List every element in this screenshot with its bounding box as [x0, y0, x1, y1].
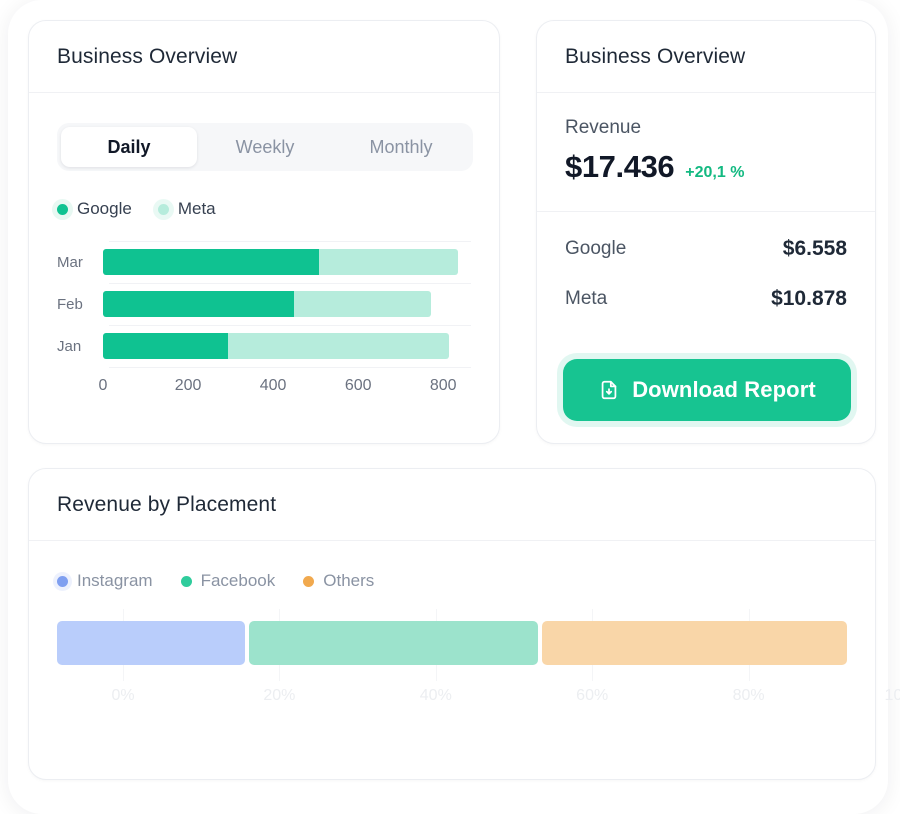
bar-chart-x-axis: 0 200 400 600 800	[57, 377, 471, 401]
bar-segment-meta[interactable]	[318, 249, 458, 275]
period-segmented-control[interactable]: Daily Weekly Monthly	[57, 123, 473, 171]
stacked-bar-segment-others[interactable]	[542, 621, 848, 665]
legend-dot-facebook-icon	[180, 575, 192, 587]
bar-row: Jan	[57, 332, 471, 360]
grid-line	[109, 325, 471, 326]
legend-label-meta: Meta	[177, 199, 216, 218]
bar-segment-google[interactable]	[103, 291, 295, 317]
summary-title: Business Overview	[565, 44, 746, 68]
bar-track	[103, 249, 471, 275]
revenue-amount-row: $17.436 +20,1 %	[565, 149, 847, 185]
stacked-bar-segment-facebook[interactable]	[248, 621, 539, 665]
bar-chart-plot: Mar Feb Jan	[57, 241, 471, 371]
x-axis-tick-label: 0%	[111, 687, 135, 704]
bar-track	[103, 333, 471, 359]
revenue-amount: $17.436	[565, 149, 675, 184]
legend-label-facebook: Facebook	[200, 571, 276, 590]
business-overview-summary-card: Business Overview Revenue $17.436 +20,1 …	[536, 20, 876, 444]
placement-card-body: Instagram Facebook Others 0% 20% 40% 60% 80%…	[29, 571, 900, 711]
placement-title: Revenue by Placement	[57, 492, 277, 516]
download-report-label: Download Report	[632, 377, 816, 402]
legend-label-google: Google	[77, 199, 132, 218]
stat-value-google: $6.558	[782, 237, 847, 260]
revenue-by-placement-card: Revenue by Placement Instagram Facebook …	[28, 468, 900, 780]
summary-card-header: Business Overview	[537, 21, 875, 93]
stacked-bar-segment-instagram[interactable]	[57, 621, 245, 665]
stats-list: Google $6.558 Meta $10.878	[537, 212, 875, 324]
tab-weekly[interactable]: Weekly	[197, 127, 333, 167]
x-axis-tick-label: 800	[429, 377, 457, 394]
bar-segment-google[interactable]	[103, 249, 319, 275]
grid-line	[109, 283, 471, 284]
legend-item-facebook[interactable]: Facebook	[180, 571, 276, 591]
legend-item-instagram[interactable]: Instagram	[57, 571, 153, 591]
chart-legend: Google Meta	[57, 199, 471, 219]
x-axis-tick-label: 200	[174, 377, 202, 394]
stat-row-google: Google $6.558	[537, 224, 875, 274]
x-axis-tick-label: 600	[344, 377, 372, 394]
placement-card-header: Revenue by Placement	[29, 469, 875, 541]
legend-dot-instagram-icon	[57, 575, 68, 587]
x-axis-tick-label: 20%	[263, 687, 296, 704]
bar-row: Feb	[57, 290, 471, 318]
x-axis-tick-label: 40%	[419, 687, 452, 704]
placement-stacked-bar	[57, 609, 848, 681]
download-report-button[interactable]: Download Report	[563, 359, 851, 421]
tab-monthly[interactable]: Monthly	[333, 127, 469, 167]
x-axis-tick-label: 400	[259, 377, 287, 394]
revenue-delta-badge: +20,1 %	[685, 164, 745, 181]
app-shell: Business Overview Daily Weekly Monthly G…	[8, 0, 900, 814]
stacked-bar	[57, 621, 848, 665]
bar-track	[103, 291, 471, 317]
grid-line	[109, 241, 471, 242]
x-axis-tick-label: 100%	[884, 687, 900, 704]
stat-row-meta: Meta $10.878	[537, 274, 875, 324]
bar-segment-google[interactable]	[103, 333, 228, 359]
stat-name-meta: Meta	[565, 288, 608, 309]
card-header: Business Overview	[29, 21, 499, 93]
x-axis-tick-label: 0	[98, 377, 108, 394]
tab-daily[interactable]: Daily	[61, 127, 197, 167]
bar-row: Mar	[57, 248, 471, 276]
legend-item-google[interactable]: Google	[57, 199, 132, 219]
file-download-icon	[598, 379, 620, 401]
legend-dot-google-icon	[57, 203, 68, 215]
business-overview-chart-card: Business Overview Daily Weekly Monthly G…	[28, 20, 500, 444]
x-axis-tick-label: 80%	[732, 687, 765, 704]
legend-dot-others-icon	[303, 575, 315, 587]
stat-value-meta: $10.878	[771, 287, 847, 310]
legend-label-instagram: Instagram	[77, 571, 153, 590]
stat-name-google: Google	[565, 238, 627, 259]
page-title: Business Overview	[57, 44, 238, 68]
bar-category-label: Jan	[57, 337, 82, 355]
card-body: Daily Weekly Monthly Google Meta Mar Feb J…	[29, 123, 499, 401]
legend-dot-meta-icon	[157, 203, 169, 215]
bar-category-label: Mar	[57, 253, 83, 271]
placement-legend: Instagram Facebook Others	[57, 571, 847, 591]
revenue-label: Revenue	[565, 117, 642, 138]
grid-line	[109, 367, 471, 368]
bar-segment-meta[interactable]	[227, 333, 449, 359]
revenue-block: Revenue $17.436 +20,1 %	[537, 93, 875, 212]
legend-label-others: Others	[323, 571, 375, 590]
legend-item-others[interactable]: Others	[303, 571, 374, 591]
bar-category-label: Feb	[57, 295, 83, 313]
bar-segment-meta[interactable]	[294, 291, 431, 317]
x-axis-tick-label: 60%	[576, 687, 609, 704]
legend-item-meta[interactable]: Meta	[157, 199, 216, 219]
placement-x-axis: 0% 20% 40% 60% 80% 100%	[57, 687, 900, 711]
